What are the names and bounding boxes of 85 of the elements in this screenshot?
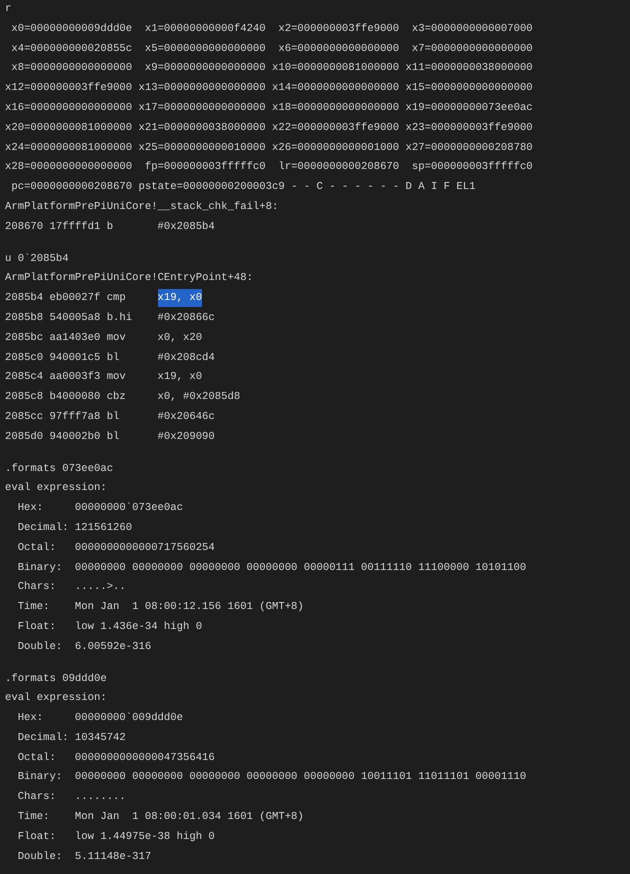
field-label: Octal: [18,540,57,556]
instruction-operands: #0x20646c [158,410,215,423]
field-value: 00000000`009ddd0e [74,712,183,724]
instruction-operands: #0x2085b4 [158,220,215,233]
instruction-operands: x19, x0 [158,371,202,384]
field-value: .....>.. [74,581,126,594]
field-label: Decimal: [18,520,70,536]
field-value: 00000000 00000000 00000000 00000000 00000000 10011101 11011101 00001110 [74,771,526,784]
instruction-operands: #0x209090 [158,430,215,443]
field-value: 10345742 [74,732,126,744]
field-label: Binary: [18,560,64,576]
instruction-mnemonic: bl [106,430,120,445]
instruction-mnemonic: mov [106,370,127,386]
field-label: Chars: [18,580,57,596]
field-value: Mon Jan 1 08:00:12.156 1601 (GMT+8) [74,601,304,614]
field-label: Time: [18,810,50,826]
field-label: Hex: [18,501,44,516]
field-value: 0000000000000047356416 [74,752,215,764]
selected-operands: x19, x0 [158,289,202,308]
field-label: Time: [18,600,50,616]
instruction-address: 2085b8 [5,310,44,326]
instruction-operands: x0, x20 [158,332,202,344]
instruction-address: 2085c0 [5,350,44,366]
field-value: 0000000000000717560254 [74,542,215,554]
field-label: Chars: [18,790,57,806]
field-label: Binary: [18,770,64,786]
console-line: r [5,3,12,15]
console-line: x4=000000000020855c x5=0000000000000000 x6=0000000000000000 x7=0000000000000000 [10,42,533,55]
field-value: 00000000 00000000 00000000 00000000 00000111 00111110 11100000 10101100 [74,562,526,574]
field-value: 00000000`073ee0ac [74,502,183,514]
field-label: Octal: [18,750,57,766]
instruction-mnemonic: bl [106,350,120,366]
console-line: ArmPlatformPrePiUniCore!CEntryPoint+48: [5,272,253,284]
field-label: Double: [18,850,64,865]
instruction-opcode: aa0003f3 [50,370,102,386]
instruction-opcode: 97fff7a8 [50,410,102,425]
instruction-mnemonic: cmp [106,291,127,306]
console-line: .formats 073ee0ac [5,462,114,475]
console-line: x24=0000000081000000 x25=0000000000010000 x26=0000000000001000 x27=0000000000208780 [5,142,533,154]
instruction-operands: #0x20866c [158,312,215,324]
console-line: ArmPlatformPrePiUniCore!__stack_chk_fail+8: [5,200,278,213]
field-label: Double: [18,640,64,655]
instruction-mnemonic: cbz [106,390,127,406]
field-label: Hex: [18,711,44,726]
instruction-address: 2085c8 [5,390,44,406]
instruction-address: 2085b4 [5,291,44,306]
field-value: low 1.436e-34 high 0 [74,620,202,633]
instruction-address: 2085d0 [5,430,44,445]
console-line: x8=0000000000000000 x9=0000000000000000 x10=0000000081000000 x11=0000000038000000 [10,62,533,74]
instruction-opcode: 940001c5 [50,350,102,366]
instruction-address: 2085c4 [5,370,44,386]
console-line: x12=000000003ffe9000 x13=0000000000000000 x14=0000000000000000 x15=0000000000000000 [5,82,533,94]
instruction-address: 208670 [5,220,44,235]
instruction-mnemonic: b.hi [106,310,134,326]
console-line: pc=0000000000208670 pstate=00000000200003c9 - - C - - - - - - D A I F EL1 [10,181,476,194]
field-label: Float: [18,830,57,845]
instruction-opcode: 940002b0 [50,430,102,445]
console-line: eval expression: [5,482,107,494]
console-line: x28=0000000000000000 fp=000000003fffffc0 lr=0000000000208670 sp=000000003fffffc0 [5,161,533,174]
console-line: x0=00000000009ddd0e x1=00000000000f4240 x2=000000003ffe9000 x3=0000000000007000 [10,22,533,35]
instruction-mnemonic: mov [106,330,127,346]
console-line: eval expression: [5,692,107,704]
instruction-address: 2085bc [5,330,44,346]
console-line: x20=0000000081000000 x21=0000000038000000 x22=000000003ffe9000 x23=000000003ffe9000 [5,122,533,134]
field-value: ........ [74,791,126,804]
instruction-operands: #0x208cd4 [158,352,215,364]
instruction-address: 2085cc [5,410,44,425]
console-line: x16=0000000000000000 x17=0000000000000000 x18=0000000000000000 x19=00000000073ee0ac [5,102,533,114]
console-line: .formats 09ddd0e [5,672,107,684]
instruction-opcode: aa1403e0 [50,330,102,346]
field-value: 6.00592e-316 [74,640,152,653]
instruction-opcode: eb00027f [50,291,102,306]
console-line: u 0`2085b4 [5,252,69,265]
field-value: Mon Jan 1 08:00:01.034 1601 (GMT+8) [74,811,304,824]
instruction-opcode: 540005a8 [50,310,102,326]
instruction-opcode: 17ffffd1 [50,220,102,235]
field-value: 121561260 [74,522,132,534]
instruction-opcode: b4000080 [50,390,102,406]
field-label: Float: [18,620,57,635]
instruction-operands: x0, #0x2085d8 [158,391,240,404]
field-label: Decimal: [18,730,70,746]
instruction-mnemonic: b [106,220,114,235]
instruction-mnemonic: bl [106,410,120,425]
field-value: 5.11148e-317 [74,850,152,863]
field-value: low 1.44975e-38 high 0 [74,830,215,843]
